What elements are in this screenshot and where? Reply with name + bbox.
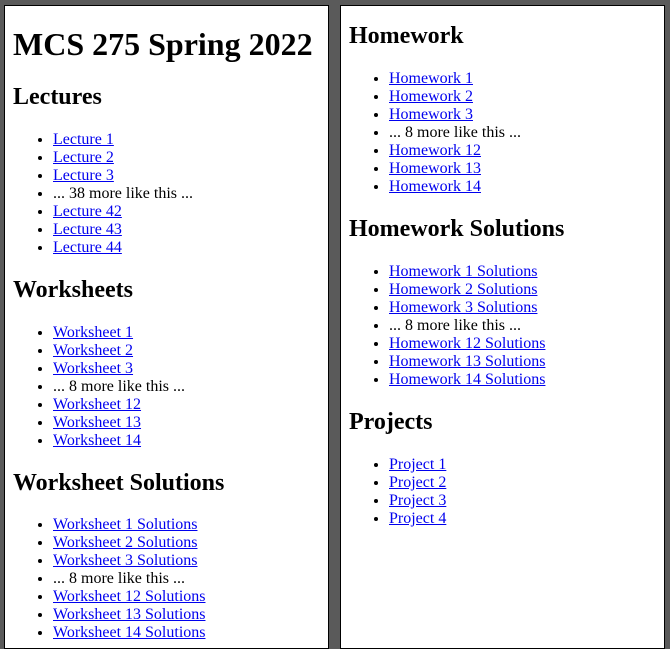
section-list: Worksheet 1Worksheet 2Worksheet 3... 8 m… xyxy=(13,324,320,450)
list-item: Homework 13 xyxy=(389,160,656,178)
resource-link[interactable]: Homework 12 Solutions xyxy=(389,335,545,352)
list-item: Homework 12 xyxy=(389,142,656,160)
list-item: Project 3 xyxy=(389,492,656,510)
resource-link[interactable]: Worksheet 14 xyxy=(53,432,141,449)
list-item: Project 1 xyxy=(389,456,656,474)
list-item: ... 8 more like this ... xyxy=(53,570,320,588)
list-item: Worksheet 3 xyxy=(53,360,320,378)
resource-link[interactable]: Worksheet 3 xyxy=(53,360,133,377)
resource-link[interactable]: Lecture 1 xyxy=(53,131,114,148)
list-item: Homework 1 xyxy=(389,70,656,88)
list-item: ... 38 more like this ... xyxy=(53,185,320,203)
list-item: ... 8 more like this ... xyxy=(389,124,656,142)
resource-link[interactable]: Lecture 2 xyxy=(53,149,114,166)
list-item: Homework 12 Solutions xyxy=(389,335,656,353)
list-item: Worksheet 1 xyxy=(53,324,320,342)
list-item-ellipsis-text: ... 8 more like this ... xyxy=(389,124,521,142)
list-item: ... 8 more like this ... xyxy=(53,378,320,396)
section-list: Worksheet 1 SolutionsWorksheet 2 Solutio… xyxy=(13,516,320,642)
resource-link[interactable]: Worksheet 1 xyxy=(53,324,133,341)
resource-link[interactable]: Project 3 xyxy=(389,492,446,509)
document-sections-right: LecturesLecture 1Lecture 2Lecture 3... 3… xyxy=(349,6,656,528)
resource-link[interactable]: Homework 3 Solutions xyxy=(389,299,537,316)
resource-link[interactable]: Homework 1 Solutions xyxy=(389,263,537,280)
page-column-left: MCS 275 Spring 2022 LecturesLecture 1Lec… xyxy=(4,5,329,649)
resource-link[interactable]: Lecture 3 xyxy=(53,167,114,184)
list-item: Homework 2 xyxy=(389,88,656,106)
list-item: Lecture 2 xyxy=(53,149,320,167)
list-item: Worksheet 1 Solutions xyxy=(53,516,320,534)
resource-link[interactable]: Lecture 42 xyxy=(53,203,122,220)
resource-link[interactable]: Homework 1 xyxy=(389,70,473,87)
resource-link[interactable]: Project 4 xyxy=(389,510,446,527)
resource-link[interactable]: Worksheet 3 Solutions xyxy=(53,552,197,569)
list-item: Lecture 44 xyxy=(53,239,320,257)
page-title: MCS 275 Spring 2022 xyxy=(13,26,313,62)
list-item: Project 4 xyxy=(389,510,656,528)
list-item: Worksheet 13 xyxy=(53,414,320,432)
resource-link[interactable]: Homework 14 Solutions xyxy=(389,371,545,388)
list-item: Homework 3 Solutions xyxy=(389,299,656,317)
list-item: Worksheet 2 xyxy=(53,342,320,360)
list-item: Worksheet 3 Solutions xyxy=(53,552,320,570)
list-item: Homework 14 xyxy=(389,178,656,196)
document-sections-left: Lectures Lecture 1Lecture 2Lecture 3... 3… xyxy=(13,83,320,648)
document-viewport: MCS 275 Spring 2022 LecturesLecture 1Lec… xyxy=(0,0,670,649)
section-list: Project 1Project 2Project 3Project 4 xyxy=(349,456,656,528)
section-heading: Lectures xyxy=(13,83,102,110)
list-item-ellipsis-text: ... 38 more like this ... xyxy=(53,184,193,202)
resource-link[interactable]: Homework 13 xyxy=(389,160,481,177)
resource-link[interactable]: Homework 13 Solutions xyxy=(389,353,545,370)
section-list: Lecture 1Lecture 2Lecture 3... 38 more l… xyxy=(13,131,320,257)
resource-link[interactable]: Worksheet 12 xyxy=(53,396,141,413)
list-item: Lecture 3 xyxy=(53,167,320,185)
list-item: Lecture 42 xyxy=(53,203,320,221)
list-item: Lecture 43 xyxy=(53,221,320,239)
section-list: Homework 1Homework 2Homework 3... 8 more… xyxy=(349,70,656,196)
resource-link[interactable]: Worksheet 1 Solutions xyxy=(53,516,197,533)
resource-link[interactable]: Worksheet 2 Solutions xyxy=(53,534,197,551)
resource-link[interactable]: Homework 14 xyxy=(389,178,481,195)
list-item: Worksheet 14 xyxy=(53,432,320,450)
resource-link[interactable]: Project 2 xyxy=(389,474,446,491)
list-item: Worksheet 13 Solutions xyxy=(53,606,320,624)
document-flow-right: MCS 275 Spring 2022 LecturesLecture 1Lec… xyxy=(341,6,664,544)
list-item: Lecture 1 xyxy=(53,131,320,149)
list-item: Worksheet 12 Solutions xyxy=(53,588,320,606)
list-item: Homework 1 Solutions xyxy=(389,263,656,281)
resource-link[interactable]: Worksheet 2 xyxy=(53,342,133,359)
list-item: Worksheet 12 xyxy=(53,396,320,414)
resource-link[interactable]: Worksheet 13 Solutions xyxy=(53,606,205,623)
resource-link[interactable]: Homework 3 xyxy=(389,106,473,123)
list-item: Homework 3 xyxy=(389,106,656,124)
section-heading: Homework Solutions xyxy=(349,216,565,243)
resource-link[interactable]: Project 1 xyxy=(389,456,446,473)
list-item: ... 8 more like this ... xyxy=(389,317,656,335)
list-item: Homework 14 Solutions xyxy=(389,371,656,389)
list-item: Homework 13 Solutions xyxy=(389,353,656,371)
section-heading: Worksheet Solutions xyxy=(13,469,225,496)
resource-link[interactable]: Worksheet 13 xyxy=(53,414,141,431)
page-column-right: MCS 275 Spring 2022 LecturesLecture 1Lec… xyxy=(340,5,665,649)
list-item-ellipsis-text: ... 8 more like this ... xyxy=(53,570,185,588)
document-flow-left: MCS 275 Spring 2022 LecturesLecture 1Lec… xyxy=(5,6,328,648)
list-item-ellipsis-text: ... 8 more like this ... xyxy=(53,377,185,395)
list-item-ellipsis-text: ... 8 more like this ... xyxy=(389,317,521,335)
list-item: Worksheet 2 Solutions xyxy=(53,534,320,552)
resource-link[interactable]: Worksheet 12 Solutions xyxy=(53,588,205,605)
section-heading: Homework xyxy=(349,23,464,50)
list-item: Worksheet 14 Solutions xyxy=(53,624,320,642)
resource-link[interactable]: Homework 2 xyxy=(389,88,473,105)
resource-link[interactable]: Homework 12 xyxy=(389,142,481,159)
section-heading: Worksheets xyxy=(13,276,133,303)
section-list: Homework 1 SolutionsHomework 2 Solutions… xyxy=(349,263,656,389)
section-heading: Projects xyxy=(349,409,433,436)
list-item: Homework 2 Solutions xyxy=(389,281,656,299)
resource-link[interactable]: Lecture 43 xyxy=(53,221,122,238)
resource-link[interactable]: Worksheet 14 Solutions xyxy=(53,624,205,641)
list-item: Project 2 xyxy=(389,474,656,492)
resource-link[interactable]: Lecture 44 xyxy=(53,239,122,256)
resource-link[interactable]: Homework 2 Solutions xyxy=(389,281,537,298)
